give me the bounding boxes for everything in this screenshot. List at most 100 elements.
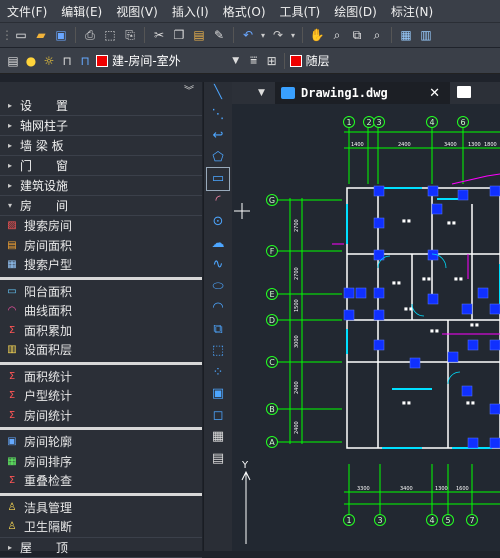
- match-properties-icon[interactable]: ✎: [210, 26, 228, 44]
- category-wall-beam-slab[interactable]: ▸ 墙 梁 板: [0, 136, 202, 156]
- menu-edit[interactable]: 编辑(E): [54, 3, 109, 20]
- toolbar-separator: [302, 27, 303, 43]
- make-current-layer-icon[interactable]: ⩸: [245, 52, 263, 70]
- ellipse-icon[interactable]: ⬭: [207, 276, 229, 298]
- cut-icon[interactable]: ✂: [150, 26, 168, 44]
- drawing-canvas[interactable]: 1400 2400 3400 1300 1800 3300 3400 1300 …: [232, 104, 500, 551]
- category-settings[interactable]: ▸ 设 置: [0, 96, 202, 116]
- zoom-window-icon[interactable]: ⧉: [348, 26, 366, 44]
- category-roof[interactable]: ▸ 屋 顶: [0, 536, 202, 558]
- menu-insert[interactable]: 插入(I): [165, 3, 216, 20]
- category-building-facilities[interactable]: ▸ 建筑设施: [0, 176, 202, 196]
- layer-lock-icon[interactable]: ⊓: [58, 52, 76, 70]
- menu-dimension[interactable]: 标注(N): [384, 3, 440, 20]
- svg-text:■ ■: ■ ■: [470, 322, 479, 327]
- tool-room-statistics[interactable]: Σ 房间统计: [0, 406, 202, 426]
- region-icon[interactable]: ◻: [207, 405, 229, 427]
- design-center-icon[interactable]: ▥: [417, 26, 435, 44]
- menu-file[interactable]: 文件(F): [0, 3, 54, 20]
- undo-dropdown-icon[interactable]: ▾: [259, 26, 267, 44]
- tab-list-arrow-icon[interactable]: ▼: [258, 88, 265, 98]
- menu-tools[interactable]: 工具(T): [273, 3, 328, 20]
- polygon-icon[interactable]: ⬠: [207, 147, 229, 169]
- circle-icon[interactable]: ⊙: [207, 211, 229, 233]
- multiline-text-icon[interactable]: ▤: [207, 448, 229, 470]
- tool-set-area-layer[interactable]: ▥ 设面积层: [0, 340, 202, 360]
- revision-cloud-icon[interactable]: ☁: [207, 233, 229, 255]
- properties-icon[interactable]: ▦: [397, 26, 415, 44]
- layer-previous-icon[interactable]: ⊞: [263, 52, 281, 70]
- tool-unit-statistics[interactable]: Σ 户型统计: [0, 386, 202, 406]
- print-icon[interactable]: ⎙: [81, 26, 99, 44]
- layer-dropdown-arrow-icon[interactable]: ▼: [227, 52, 245, 70]
- pan-icon[interactable]: ✋: [308, 26, 326, 44]
- layer-plot-icon[interactable]: ⊓: [76, 52, 94, 70]
- category-rooms[interactable]: ▾ 房 间: [0, 196, 202, 216]
- open-folder-icon[interactable]: ▰: [32, 26, 50, 44]
- ellipse-arc-icon[interactable]: ◠: [207, 297, 229, 319]
- hatch-icon[interactable]: ▣: [207, 383, 229, 405]
- tool-room-outline[interactable]: ▣ 房间轮廓: [0, 432, 202, 452]
- tool-area-sum[interactable]: Σ 面积累加: [0, 321, 202, 341]
- redo-dropdown-icon[interactable]: ▾: [289, 26, 297, 44]
- tool-room-area[interactable]: ▤ 房间面积: [0, 236, 202, 256]
- layer-on-icon[interactable]: ●: [22, 52, 40, 70]
- expand-arrow-icon: ▸: [8, 181, 13, 190]
- zoom-previous-icon[interactable]: ⌕: [368, 26, 386, 44]
- svg-text:■ ■: ■ ■: [422, 276, 431, 281]
- toolbar-separator: [75, 27, 76, 43]
- polyline-icon[interactable]: ↩: [207, 125, 229, 147]
- line-icon[interactable]: ╲: [207, 82, 229, 104]
- tool-toilet-partition[interactable]: ♙ 卫生隔断: [0, 517, 202, 537]
- tool-room-sort[interactable]: ▦ 房间排序: [0, 452, 202, 472]
- close-tab-icon[interactable]: ✕: [429, 86, 440, 101]
- category-axis-columns[interactable]: ▸ 轴网柱子: [0, 116, 202, 136]
- tool-label: 搜索房间: [24, 219, 73, 234]
- construction-line-icon[interactable]: ⋱: [207, 104, 229, 126]
- expand-arrow-icon: ▸: [8, 121, 13, 130]
- left-dim-1: 2700: [294, 219, 300, 232]
- tool-sanitary-management[interactable]: ♙ 洁具管理: [0, 498, 202, 518]
- point-icon[interactable]: ⁘: [207, 362, 229, 384]
- publish-icon[interactable]: ⎘: [121, 26, 139, 44]
- panel-header: ︾: [0, 82, 202, 97]
- layer-freeze-icon[interactable]: ☼: [40, 52, 58, 70]
- undo-icon[interactable]: ↶: [239, 26, 257, 44]
- insert-block-icon[interactable]: ⧉: [207, 319, 229, 341]
- menu-format[interactable]: 格式(O): [216, 3, 273, 20]
- color-dropdown[interactable]: 随层: [287, 50, 330, 71]
- tool-label: 阳台面积: [24, 284, 73, 299]
- make-block-icon[interactable]: ⬚: [207, 340, 229, 362]
- new-file-icon[interactable]: ▭: [12, 26, 30, 44]
- collapse-chevron-icon[interactable]: ︾: [184, 82, 194, 97]
- save-icon[interactable]: ▣: [52, 26, 70, 44]
- svg-text:■ ■: ■ ■: [402, 400, 411, 405]
- zoom-realtime-icon[interactable]: ⌕: [328, 26, 346, 44]
- paste-icon[interactable]: ▤: [190, 26, 208, 44]
- tool-curve-area[interactable]: ◠ 曲线面积: [0, 301, 202, 321]
- tool-overlap-check[interactable]: Σ 重叠检查: [0, 471, 202, 491]
- layer-manager-icon[interactable]: ▤: [4, 52, 22, 70]
- menu-view[interactable]: 视图(V): [109, 3, 165, 20]
- redo-icon[interactable]: ↷: [269, 26, 287, 44]
- draw-toolbar: ╲ ⋱ ↩ ⬠ ▭ ◜ ⊙ ☁ ∿ ⬭ ◠ ⧉ ⬚ ⁘ ▣ ◻ ▦ ▤: [203, 82, 233, 551]
- category-label: 屋 顶: [20, 540, 69, 555]
- copy-icon[interactable]: ❐: [170, 26, 188, 44]
- category-doors-windows[interactable]: ▸ 门 窗: [0, 156, 202, 176]
- table-icon[interactable]: ▦: [207, 426, 229, 448]
- menu-draw[interactable]: 绘图(D): [327, 3, 384, 20]
- plot-preview-icon[interactable]: ⬚: [101, 26, 119, 44]
- spline-icon[interactable]: ∿: [207, 254, 229, 276]
- rectangle-icon[interactable]: ▭: [206, 167, 230, 191]
- tool-search-room[interactable]: ▨ 搜索房间: [0, 216, 202, 236]
- tool-search-unit[interactable]: ▦ 搜索户型: [0, 255, 202, 275]
- layer-dropdown[interactable]: 建-房间-室外: [94, 50, 181, 71]
- ucs-y-label: Y: [241, 460, 249, 471]
- axis-bubble-bottom-7: 7: [466, 514, 478, 526]
- tab-drawing1[interactable]: Drawing1.dwg ✕: [275, 82, 450, 104]
- tool-balcony-area[interactable]: ▭ 阳台面积: [0, 282, 202, 302]
- arc-icon[interactable]: ◜: [207, 190, 229, 212]
- new-tab-icon[interactable]: [457, 86, 471, 98]
- tool-area-statistics[interactable]: Σ 面积统计: [0, 367, 202, 387]
- top-dim-4: 1300: [468, 142, 481, 148]
